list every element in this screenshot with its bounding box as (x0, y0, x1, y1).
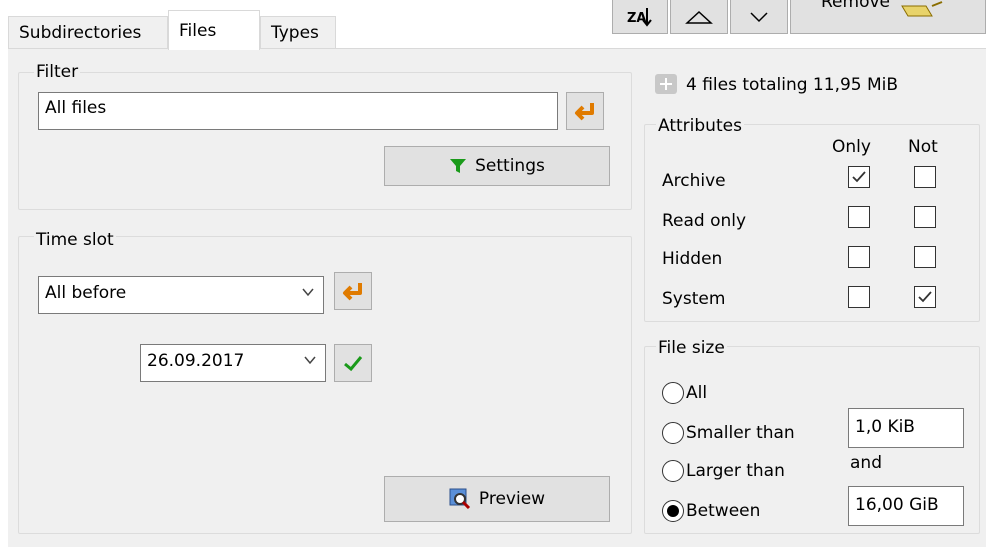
filter-input[interactable]: All files (38, 92, 558, 130)
column-header-only: Only (832, 137, 871, 157)
checkmark-icon (344, 356, 363, 372)
settings-button[interactable]: Settings (384, 146, 610, 186)
attribute-label-hidden: Hidden (662, 249, 723, 269)
date-picker[interactable]: 26.09.2017 (140, 344, 326, 382)
sort-az-icon: ZA (627, 7, 652, 27)
chevron-down-icon (304, 356, 316, 365)
apply-filter-button[interactable] (566, 92, 604, 130)
archive-not-checkbox[interactable] (914, 166, 936, 188)
preview-label: Preview (478, 489, 546, 509)
filesize-larger-radio[interactable] (662, 460, 684, 482)
move-up-button[interactable] (670, 0, 728, 34)
apply-timeslot-button[interactable] (334, 272, 372, 310)
svg-text:ZA: ZA (627, 11, 647, 26)
attribute-label-read-only: Read only (662, 211, 747, 231)
readonly-only-checkbox[interactable] (848, 206, 870, 228)
remove-label: Remove (821, 0, 890, 12)
remove-icon (901, 1, 943, 17)
filesize-min-input[interactable]: 1,0 KiB (848, 408, 964, 448)
checkmark-icon (852, 171, 866, 183)
tab-label: Subdirectories (19, 23, 142, 43)
hidden-only-checkbox[interactable] (848, 246, 870, 268)
tab-types[interactable]: Types (260, 16, 336, 50)
filesize-smaller-radio[interactable] (662, 422, 684, 444)
filter-funnel-icon (450, 159, 467, 173)
timeslot-mode-select[interactable]: All before (38, 276, 324, 314)
triangle-up-icon (685, 10, 713, 24)
readonly-not-checkbox[interactable] (914, 206, 936, 228)
preview-button[interactable]: Preview (384, 476, 610, 522)
system-not-checkbox[interactable] (914, 286, 936, 308)
filesize-and-label: and (850, 453, 882, 473)
hidden-not-checkbox[interactable] (914, 246, 936, 268)
enter-arrow-icon (575, 103, 594, 121)
checkmark-icon (918, 291, 932, 303)
filesize-all-radio[interactable] (662, 382, 684, 404)
timeslot-mode-value: All before (45, 283, 127, 303)
remove-button[interactable]: Remove (790, 0, 986, 34)
confirm-date-button[interactable] (334, 344, 372, 382)
chevron-down-icon (750, 11, 768, 22)
files-summary-icon (655, 74, 677, 94)
tab-files[interactable]: Files (168, 10, 260, 50)
filesize-all-label: All (686, 383, 708, 403)
filesize-larger-label: Larger than (686, 461, 785, 481)
filesize-between-radio[interactable] (662, 500, 684, 522)
archive-only-checkbox[interactable] (848, 166, 870, 188)
timeslot-legend: Time slot (34, 230, 116, 250)
tab-label: Types (271, 23, 319, 43)
attributes-legend: Attributes (656, 116, 744, 136)
enter-arrow-icon (343, 283, 362, 301)
filesize-legend: File size (656, 338, 727, 358)
system-only-checkbox[interactable] (848, 286, 870, 308)
date-value: 26.09.2017 (147, 351, 245, 371)
filesize-max-input[interactable]: 16,00 GiB (848, 486, 964, 526)
column-header-not: Not (908, 137, 938, 157)
filter-legend: Filter (34, 62, 81, 82)
move-down-button[interactable] (730, 0, 788, 34)
sort-button[interactable]: ZA (612, 0, 668, 34)
chevron-down-icon (302, 288, 314, 297)
radio-selected-dot (667, 505, 679, 517)
filesize-between-label: Between (686, 501, 761, 521)
filesize-smaller-label: Smaller than (686, 423, 795, 443)
files-summary: 4 files totaling 11,95 MiB (686, 75, 899, 95)
tab-label: Files (179, 21, 217, 41)
attribute-label-archive: Archive (662, 171, 726, 191)
attribute-label-system: System (662, 289, 726, 309)
settings-label: Settings (475, 156, 545, 176)
tab-subdirectories[interactable]: Subdirectories (8, 16, 168, 50)
preview-magnifier-icon (449, 488, 470, 510)
